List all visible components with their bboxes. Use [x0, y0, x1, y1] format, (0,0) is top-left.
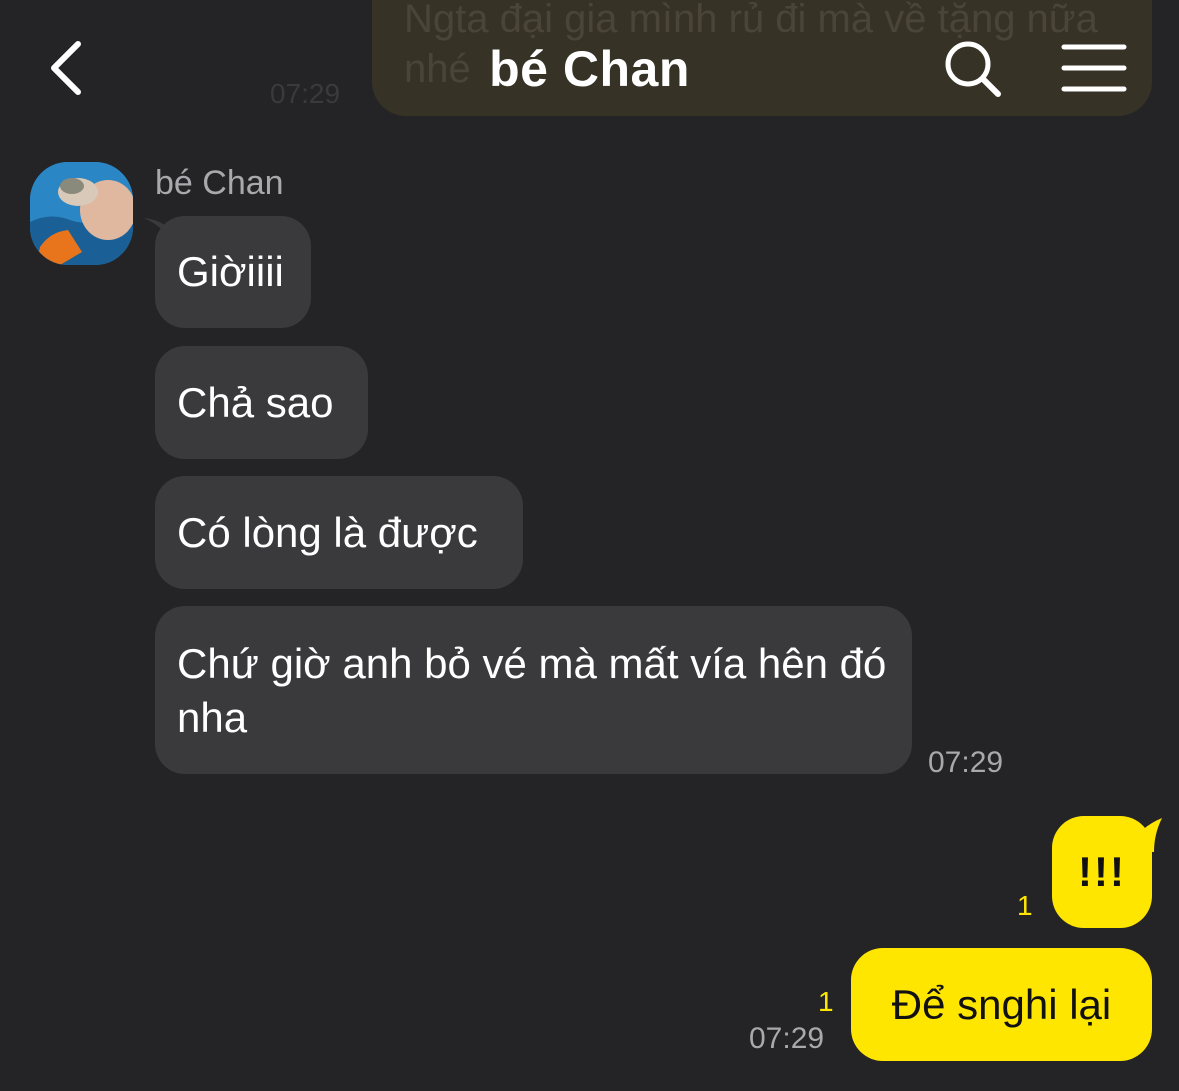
message-text: Giờiiii	[177, 248, 284, 295]
incoming-message-bubble[interactable]: Có lòng là được	[155, 476, 523, 589]
outgoing-time: 07:29	[749, 1022, 825, 1055]
menu-button[interactable]	[1060, 42, 1128, 96]
avatar[interactable]	[30, 162, 133, 265]
incoming-message-bubble[interactable]: Chả sao	[155, 346, 368, 459]
sender-name: bé Chan	[155, 164, 284, 202]
search-icon	[945, 41, 1001, 97]
message-text: Có lòng là được	[177, 508, 478, 556]
incoming-message-bubble[interactable]: Giờiiii	[155, 216, 311, 328]
unread-count: 1	[1017, 890, 1033, 921]
hamburger-menu-icon	[1061, 44, 1127, 92]
outgoing-message-bubble[interactable]: Để snghi lại	[851, 948, 1152, 1061]
message-text: Chả sao	[177, 378, 334, 426]
outgoing-message-bubble[interactable]: !!!	[1052, 816, 1152, 928]
incoming-message-bubble[interactable]: Chứ giờ anh bỏ vé mà mất vía hên đó nha	[155, 606, 912, 774]
search-button[interactable]	[942, 38, 1004, 100]
incoming-time: 07:29	[928, 746, 1004, 779]
message-text: Để snghi lại	[891, 980, 1112, 1028]
message-text: !!!	[1078, 848, 1126, 895]
avatar-photo	[30, 162, 133, 265]
message-text: Chứ giờ anh bỏ vé mà mất vía hên đó nha	[177, 640, 887, 741]
unread-count: 1	[818, 986, 834, 1017]
